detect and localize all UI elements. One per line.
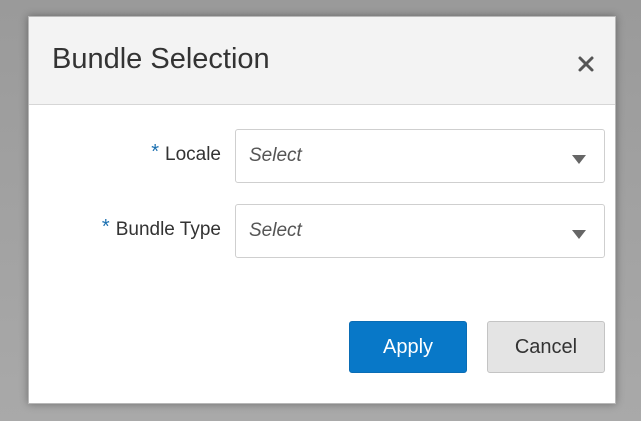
- required-asterisk: *: [151, 141, 159, 163]
- cancel-button[interactable]: Cancel: [487, 321, 605, 373]
- bundle-selection-dialog: Bundle Selection * Locale Select * Bundl…: [28, 16, 616, 404]
- backdrop: Bundle Selection * Locale Select * Bundl…: [0, 0, 641, 421]
- locale-row: * Locale Select: [29, 129, 615, 185]
- chevron-down-icon: [572, 152, 586, 170]
- bundle-type-label: Bundle Type: [115, 219, 221, 240]
- apply-button[interactable]: Apply: [349, 321, 467, 373]
- bundle-type-select[interactable]: Select: [235, 204, 605, 258]
- required-asterisk: *: [101, 216, 110, 238]
- locale-select-value: Select: [249, 145, 302, 166]
- close-icon[interactable]: [575, 53, 597, 75]
- dialog-title: Bundle Selection: [52, 43, 270, 75]
- locale-label: Locale: [165, 144, 221, 165]
- locale-select[interactable]: Select: [235, 129, 605, 183]
- locale-label-group: * Locale: [151, 141, 221, 166]
- chevron-down-icon: [572, 227, 586, 245]
- bundle-type-row: * Bundle Type Select: [29, 204, 615, 260]
- bundle-type-select-value: Select: [249, 220, 302, 241]
- dialog-header: Bundle Selection: [29, 17, 615, 105]
- bundle-type-label-group: * Bundle Type: [101, 216, 221, 241]
